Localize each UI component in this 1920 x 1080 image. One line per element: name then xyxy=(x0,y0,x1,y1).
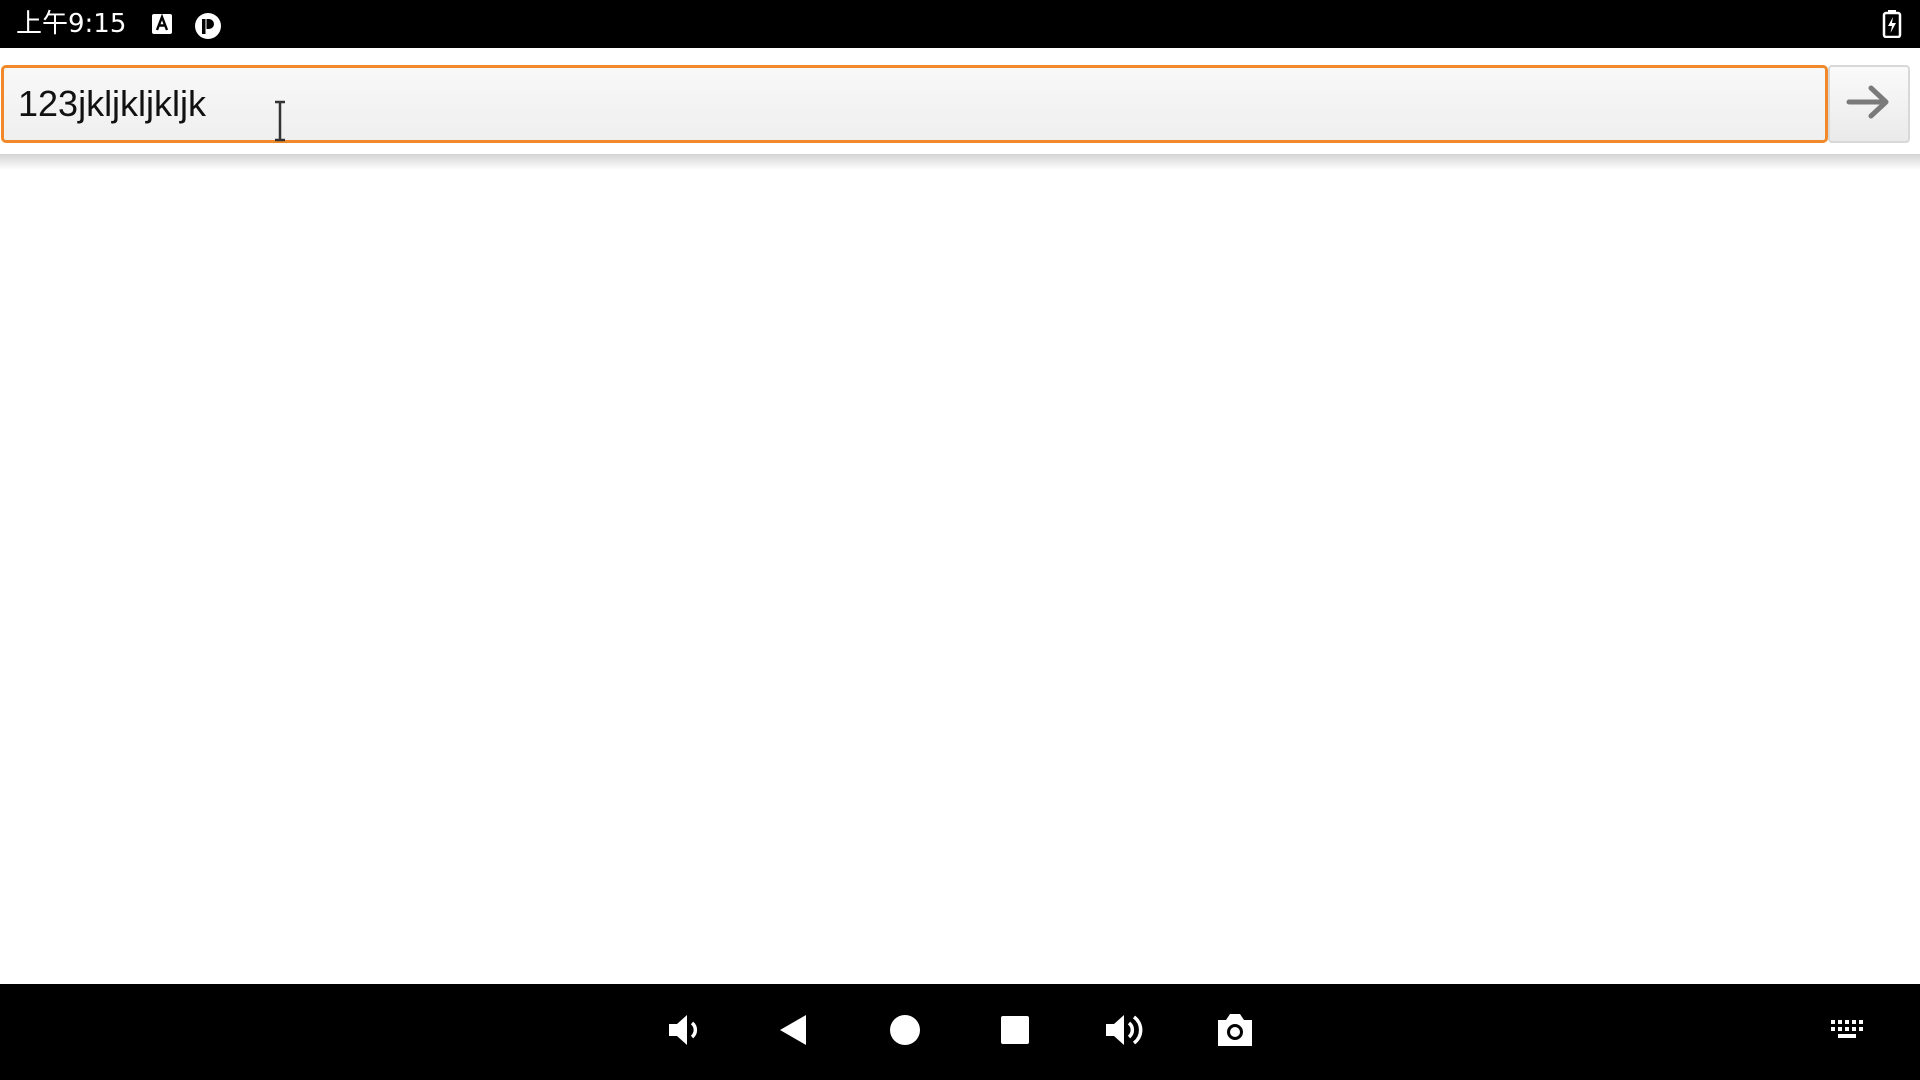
screenshot-button[interactable] xyxy=(1211,1010,1259,1054)
back-icon xyxy=(776,1012,812,1052)
volume-down-button[interactable] xyxy=(660,1010,708,1054)
back-button[interactable] xyxy=(770,1010,818,1054)
volume-up-button[interactable] xyxy=(1101,1010,1149,1054)
navigation-bar xyxy=(0,984,1920,1080)
text-cursor-icon xyxy=(272,100,288,142)
recents-icon xyxy=(999,1014,1031,1050)
volume-down-icon xyxy=(664,1010,704,1054)
volume-up-icon xyxy=(1103,1010,1147,1054)
battery-charging-icon xyxy=(1882,10,1902,39)
page-content xyxy=(0,170,1920,984)
keyboard-button[interactable] xyxy=(1824,1010,1872,1054)
home-button[interactable] xyxy=(881,1010,929,1054)
arrow-right-icon xyxy=(1845,82,1893,126)
status-bar: 上午9:15 xyxy=(0,0,1920,48)
recents-button[interactable] xyxy=(991,1010,1039,1054)
url-bar-shadow xyxy=(0,154,1920,170)
status-time: 上午9:15 xyxy=(16,9,127,39)
p-notification-icon xyxy=(194,12,221,39)
camera-icon xyxy=(1214,1011,1256,1053)
browser-screen: 上午9:15 xyxy=(0,0,1920,1080)
keyboard-icon xyxy=(1830,1018,1866,1046)
home-icon xyxy=(888,1013,922,1051)
go-button[interactable] xyxy=(1828,65,1910,143)
a-notification-icon xyxy=(150,12,174,36)
